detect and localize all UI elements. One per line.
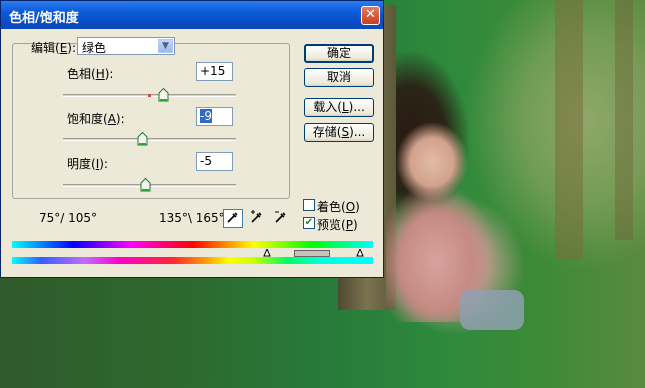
checkmark-icon: ✔ — [304, 217, 314, 228]
range-left-handle[interactable] — [263, 249, 271, 257]
adjusted-color-bar — [12, 257, 373, 264]
lightness-input[interactable]: -5 — [196, 152, 233, 171]
saturation-input[interactable]: -9 — [196, 107, 233, 126]
eyedropper-plus-button[interactable] — [247, 209, 267, 228]
jeans — [460, 290, 524, 330]
lightness-slider-thumb[interactable] — [140, 178, 151, 192]
lightness-label: 明度(I): — [67, 157, 108, 171]
colorize-checkbox[interactable] — [303, 199, 315, 211]
close-icon: ✕ — [365, 7, 376, 22]
cancel-button[interactable]: 取消 — [304, 68, 374, 87]
edit-label: 编辑(E): — [31, 41, 77, 55]
hue-input[interactable]: +15 — [196, 62, 233, 81]
edit-dropdown[interactable]: 绿色 ▼ — [77, 37, 175, 55]
background-tree-trunk-2 — [615, 0, 633, 240]
source-color-bar — [12, 241, 373, 248]
range-right-handle[interactable] — [356, 249, 364, 257]
range-right-degrees: 135°\ 165° — [159, 211, 225, 225]
range-slider-box[interactable] — [294, 250, 330, 257]
background-tree-trunk — [555, 0, 583, 260]
dialog-title: 色相/饱和度 — [9, 11, 79, 26]
colorize-label: 着色(O) — [317, 200, 360, 214]
load-button[interactable]: 载入(L)... — [304, 98, 374, 117]
eyedropper-button[interactable] — [223, 209, 243, 228]
eyedropper-minus-button[interactable] — [271, 209, 291, 228]
chevron-down-icon[interactable]: ▼ — [158, 39, 173, 53]
hue-origin-marker — [148, 94, 151, 97]
hue-slider-thumb[interactable] — [158, 88, 169, 102]
title-bar: 色相/饱和度 ✕ — [1, 1, 383, 29]
eyedropper-minus-icon — [275, 211, 286, 223]
save-button[interactable]: 存储(S)... — [304, 123, 374, 142]
saturation-label: 饱和度(A): — [67, 112, 125, 126]
preview-label: 预览(P) — [317, 218, 358, 232]
preview-checkbox[interactable]: ✔ — [303, 217, 315, 229]
ok-button[interactable]: 确定 — [304, 44, 374, 63]
adjustment-group — [12, 43, 290, 199]
edit-dropdown-value: 绿色 — [82, 41, 107, 55]
saturation-slider-track[interactable] — [63, 138, 236, 141]
hue-saturation-dialog: 色相/饱和度 ✕ 编辑(E): 绿色 ▼ 色相(H): +15 饱和度(A): … — [0, 0, 384, 278]
eyedropper-plus-icon — [251, 210, 262, 223]
saturation-slider-thumb[interactable] — [137, 132, 148, 146]
hue-label: 色相(H): — [67, 67, 114, 81]
eyedropper-icon — [227, 212, 238, 223]
range-left-degrees: 75°/ 105° — [39, 211, 98, 225]
close-button[interactable]: ✕ — [361, 6, 380, 25]
